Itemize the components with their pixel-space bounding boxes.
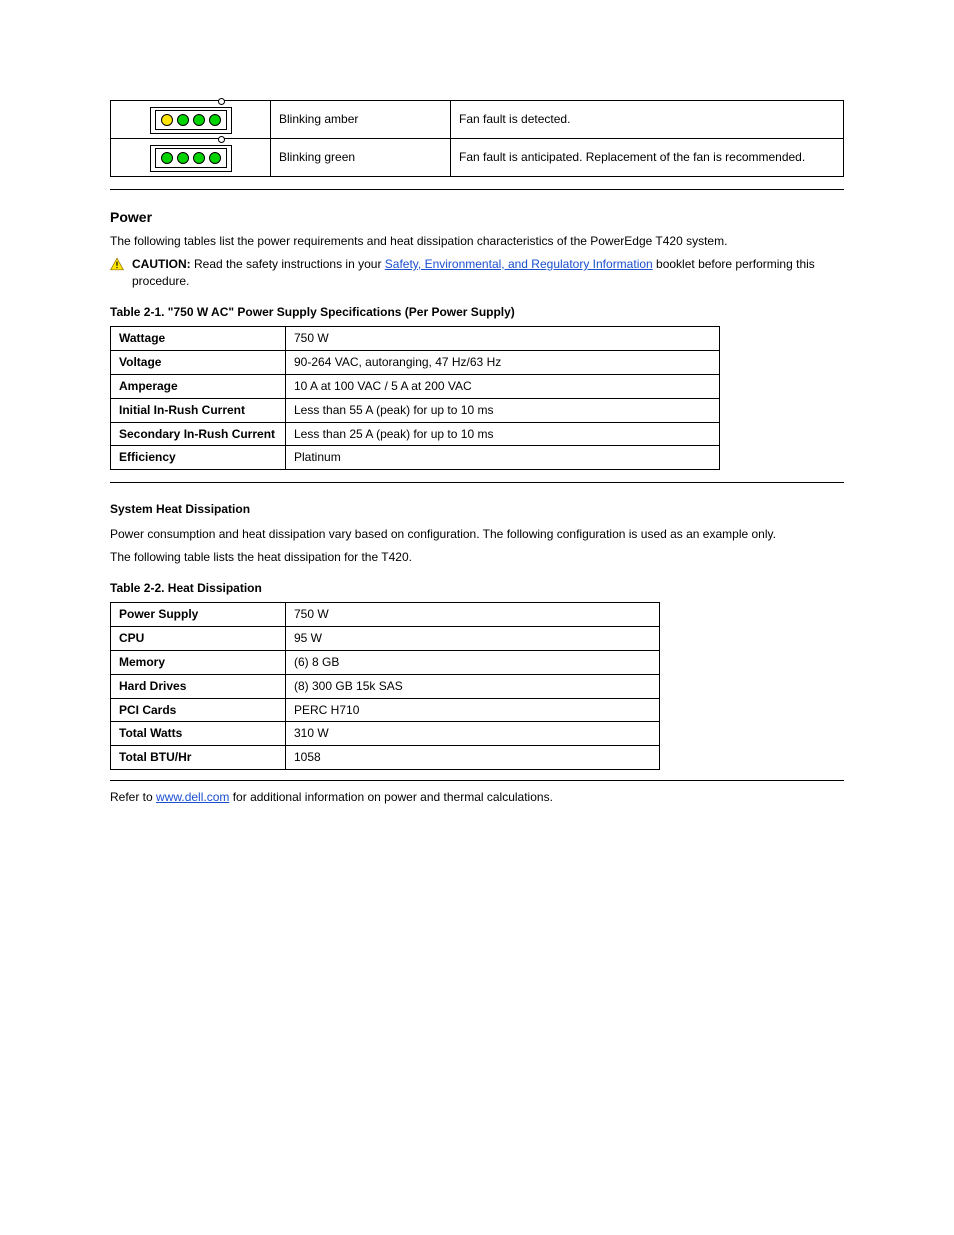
caution-icon — [110, 257, 124, 271]
screw-hole-icon — [218, 98, 225, 105]
led-module-graphic — [150, 107, 232, 134]
table-row: EfficiencyPlatinum — [111, 446, 720, 470]
attr-cell: Voltage — [111, 351, 286, 375]
attr-cell: Power Supply — [111, 603, 286, 627]
table-row: Blinking green Fan fault is anticipated.… — [111, 138, 844, 176]
val-cell: 90-264 VAC, autoranging, 47 Hz/63 Hz — [286, 351, 720, 375]
attr-cell: Memory — [111, 650, 286, 674]
safety-booklet-link[interactable]: Safety, Environmental, and Regulatory In… — [385, 257, 653, 271]
psu-spec-table: Wattage750 W Voltage90-264 VAC, autorang… — [110, 326, 720, 470]
table-row: PCI CardsPERC H710 — [111, 698, 660, 722]
led-strip — [155, 148, 227, 168]
led-dot-icon — [177, 114, 189, 126]
attr-cell: CPU — [111, 627, 286, 651]
led-dot-icon — [177, 152, 189, 164]
table-row: Hard Drives(8) 300 GB 15k SAS — [111, 674, 660, 698]
table-22-caption: Table 2-2. Heat Dissipation — [110, 580, 844, 597]
led-desc-cell: Fan fault is detected. — [451, 101, 844, 139]
table-row: Wattage750 W — [111, 327, 720, 351]
attr-cell: Total Watts — [111, 722, 286, 746]
dell-link[interactable]: www.dell.com — [156, 790, 229, 804]
val-cell: (8) 300 GB 15k SAS — [286, 674, 660, 698]
attr-cell: Wattage — [111, 327, 286, 351]
attr-cell: Initial In-Rush Current — [111, 398, 286, 422]
caution-block: CAUTION: Read the safety instructions in… — [110, 256, 844, 290]
val-cell: Less than 25 A (peak) for up to 10 ms — [286, 422, 720, 446]
table-row: Blinking amber Fan fault is detected. — [111, 101, 844, 139]
heat-p1: Power consumption and heat dissipation v… — [110, 526, 844, 543]
section-title-heat: System Heat Dissipation — [110, 501, 844, 518]
caution-text: CAUTION: Read the safety instructions in… — [132, 256, 844, 290]
attr-cell: Efficiency — [111, 446, 286, 470]
val-cell: Platinum — [286, 446, 720, 470]
attr-cell: Total BTU/Hr — [111, 746, 286, 770]
val-cell: 10 A at 100 VAC / 5 A at 200 VAC — [286, 374, 720, 398]
heat-p2: The following table lists the heat dissi… — [110, 549, 844, 566]
led-dot-icon — [209, 114, 221, 126]
val-cell: 750 W — [286, 603, 660, 627]
table-row: CPU95 W — [111, 627, 660, 651]
table-21-caption: Table 2-1. "750 W AC" Power Supply Speci… — [110, 304, 844, 321]
val-cell: (6) 8 GB — [286, 650, 660, 674]
led-state-cell: Blinking amber — [271, 101, 451, 139]
refer-line: Refer to www.dell.com for additional inf… — [110, 789, 844, 806]
table-row: Secondary In-Rush CurrentLess than 25 A … — [111, 422, 720, 446]
section-title-power: Power — [110, 208, 844, 228]
section-divider — [110, 482, 844, 483]
table-row: Amperage10 A at 100 VAC / 5 A at 200 VAC — [111, 374, 720, 398]
table-row: Power Supply750 W — [111, 603, 660, 627]
attr-cell: Secondary In-Rush Current — [111, 422, 286, 446]
led-dot-icon — [209, 152, 221, 164]
val-cell: 95 W — [286, 627, 660, 651]
led-state-cell: Blinking green — [271, 138, 451, 176]
led-dot-icon — [193, 152, 205, 164]
heat-dissipation-table: Power Supply750 W CPU95 W Memory(6) 8 GB… — [110, 602, 660, 770]
section-divider — [110, 780, 844, 781]
section-divider — [110, 189, 844, 190]
led-desc-cell: Fan fault is anticipated. Replacement of… — [451, 138, 844, 176]
table-row: Total BTU/Hr1058 — [111, 746, 660, 770]
val-cell: 310 W — [286, 722, 660, 746]
refer-after: for additional information on power and … — [229, 790, 553, 804]
power-intro-text: The following tables list the power requ… — [110, 233, 844, 250]
table-row: Total Watts310 W — [111, 722, 660, 746]
led-module-graphic — [150, 145, 232, 172]
val-cell: Less than 55 A (peak) for up to 10 ms — [286, 398, 720, 422]
table-row: Memory(6) 8 GB — [111, 650, 660, 674]
val-cell: 750 W — [286, 327, 720, 351]
led-dot-icon — [161, 114, 173, 126]
attr-cell: Hard Drives — [111, 674, 286, 698]
led-dot-icon — [193, 114, 205, 126]
attr-cell: Amperage — [111, 374, 286, 398]
table-row: Initial In-Rush CurrentLess than 55 A (p… — [111, 398, 720, 422]
led-dot-icon — [161, 152, 173, 164]
table-row: Voltage90-264 VAC, autoranging, 47 Hz/63… — [111, 351, 720, 375]
caution-label: CAUTION: — [132, 257, 191, 271]
val-cell: 1058 — [286, 746, 660, 770]
val-cell: PERC H710 — [286, 698, 660, 722]
caution-before: Read the safety instructions in your — [191, 257, 385, 271]
refer-before: Refer to — [110, 790, 156, 804]
led-status-table: Blinking amber Fan fault is detected. Bl… — [110, 100, 844, 177]
led-strip — [155, 110, 227, 130]
screw-hole-icon — [218, 136, 225, 143]
attr-cell: PCI Cards — [111, 698, 286, 722]
